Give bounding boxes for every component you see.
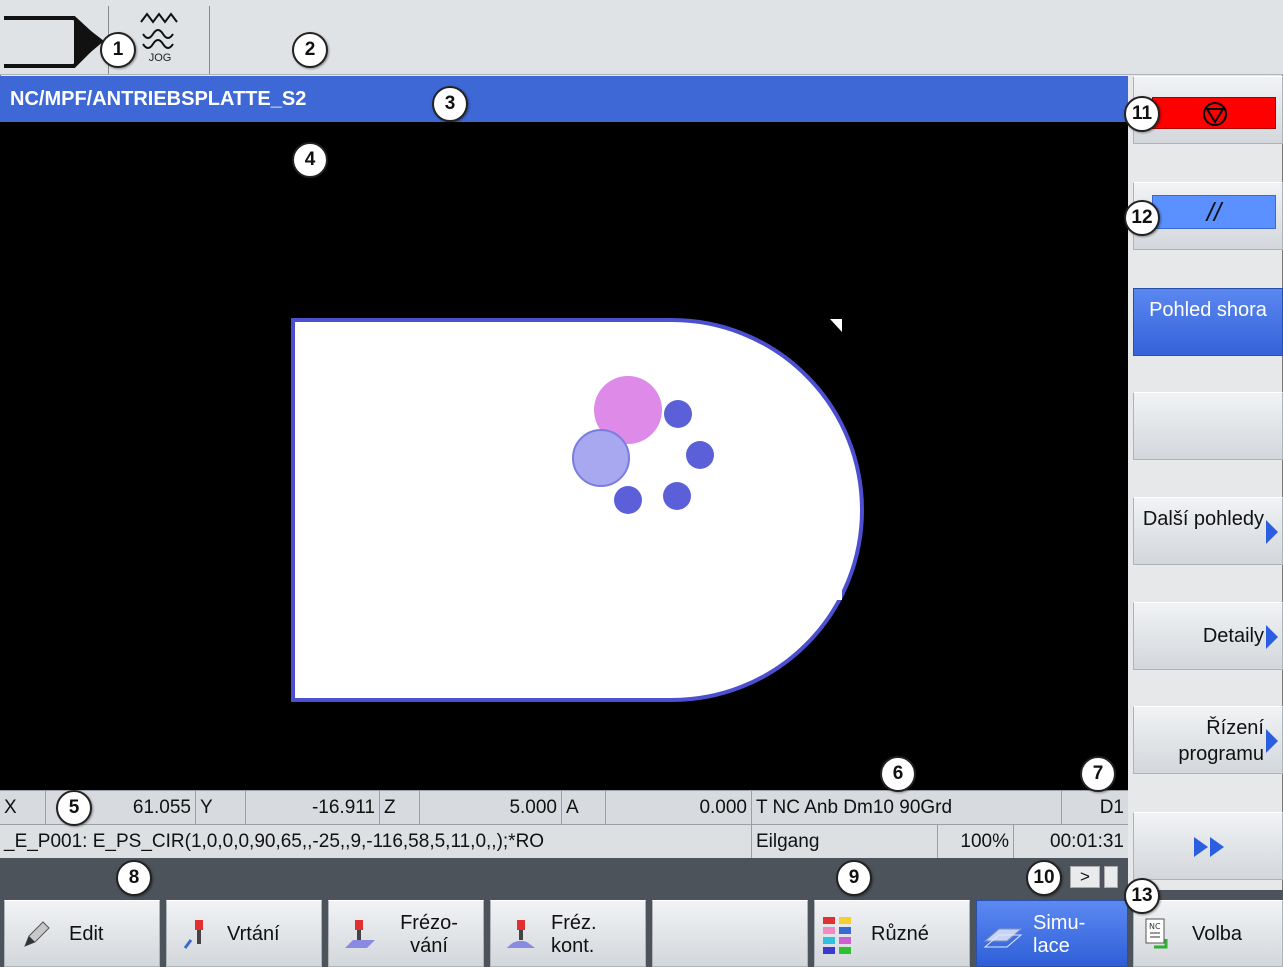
workpiece-outline <box>291 318 864 702</box>
axis-y-value: -16.911 <box>246 791 380 824</box>
softkey-drilling-label: Vrtání <box>227 923 280 945</box>
dialog-line <box>0 858 1128 890</box>
softkey-top-view[interactable]: Pohled shora <box>1133 288 1283 356</box>
simulation-canvas[interactable] <box>0 122 1128 790</box>
program-path: NC/MPF/ANTRIEBSPLATTE_S2 <box>0 76 1128 122</box>
softkey-various-label: Různé <box>871 923 929 945</box>
softkey-details-label: Detaily <box>1202 625 1264 647</box>
softkey-top-view-label: Pohled shora <box>1149 299 1267 321</box>
simulation-icon <box>983 928 1023 948</box>
hole-1 <box>664 400 692 428</box>
current-block: _E_P001: E_PS_CIR(1,0,0,0,90,65,,-25,,9,… <box>0 825 752 858</box>
more-info-indicator <box>1104 866 1118 888</box>
softkey-various[interactable]: Různé <box>814 900 970 967</box>
various-colors-icon <box>823 917 851 954</box>
softkey-simulation[interactable]: Simu- lace <box>976 900 1128 967</box>
callout-5: 5 <box>56 790 92 826</box>
callout-11: 11 <box>1124 96 1160 132</box>
more-info-button[interactable]: > <box>1070 866 1100 888</box>
mill-icon <box>345 920 375 948</box>
fast-forward-icon <box>1194 837 1224 857</box>
axis-status-row: X 61.055 Y -16.911 Z 5.000 A 0.000 T NC … <box>0 790 1128 824</box>
softkey-more-views-label: Další pohledy <box>1142 508 1264 530</box>
softkey-next-page[interactable] <box>1133 812 1283 880</box>
softkey-empty[interactable] <box>1133 392 1283 460</box>
active-tool: T NC Anb Dm10 90Grd <box>752 791 1062 824</box>
softkey-milling[interactable]: Frézo- vání <box>328 900 484 967</box>
hole-2 <box>686 441 714 469</box>
jog-icon <box>140 12 178 49</box>
svg-text:NC: NC <box>1149 922 1161 931</box>
tool-offset-d: D1 <box>1099 797 1124 818</box>
contour-mill-icon <box>507 920 535 948</box>
axis-z-value: 5.000 <box>420 791 562 824</box>
header-bar: JOG <box>0 0 1283 75</box>
nc-select-icon: NC <box>1145 918 1168 949</box>
callout-2: 2 <box>292 32 328 68</box>
softkey-contour-milling-label: Fréz. kont. <box>551 911 597 957</box>
softkey-more-views[interactable]: Další pohledy <box>1133 497 1283 565</box>
callout-3: 3 <box>432 86 468 122</box>
callout-13: 13 <box>1124 878 1160 914</box>
callout-8: 8 <box>116 860 152 896</box>
callout-1: 1 <box>100 32 136 68</box>
callout-12: 12 <box>1124 200 1160 236</box>
stop-icon <box>1152 97 1276 129</box>
machine-mode-indicator <box>4 6 109 74</box>
hole-3 <box>663 482 691 510</box>
edit-pencil-icon <box>24 921 50 947</box>
softkey-contour-milling[interactable]: Fréz. kont. <box>490 900 646 967</box>
callout-4: 4 <box>292 142 328 178</box>
block-status-row: _E_P001: E_PS_CIR(1,0,0,0,90,65,,-25,,9,… <box>0 824 1128 858</box>
feed-mode: Eilgang <box>752 825 938 858</box>
softkey-milling-label: Frézo- vání <box>400 911 458 957</box>
softkey-edit-label: Edit <box>69 923 104 945</box>
chevron-right-icon <box>1266 729 1278 753</box>
softkey-program-control-label: Řízení programu <box>1178 717 1264 765</box>
callout-7: 7 <box>1080 756 1116 792</box>
axis-y-name: Y <box>196 791 246 824</box>
tool-shadow-marker <box>572 429 630 487</box>
run-time: 00:01:31 <box>1050 831 1124 852</box>
hole-4 <box>614 486 642 514</box>
skip-block-icon: // <box>1152 195 1276 229</box>
axis-a-name: A <box>562 791 606 824</box>
softkey-details[interactable]: Detaily <box>1133 602 1283 670</box>
softkey-select[interactable]: NC Volba <box>1133 900 1283 967</box>
softkey-program-control[interactable]: Řízení programu <box>1133 706 1283 774</box>
softkey-edit[interactable]: Edit <box>4 900 160 967</box>
softkey-select-label: Volba <box>1192 923 1243 945</box>
softkey-simulation-label: Simu- lace <box>1033 911 1086 957</box>
softkey-drilling[interactable]: Vrtání <box>166 900 322 967</box>
machine-mode-icon <box>4 16 104 68</box>
drill-icon <box>183 920 203 949</box>
feed-override: 100% <box>938 825 1014 858</box>
callout-6: 6 <box>880 756 916 792</box>
axis-x-name: X <box>0 791 46 824</box>
softkey-empty-bottom[interactable] <box>652 900 808 967</box>
view-corner-top <box>830 319 842 332</box>
chevron-right-icon <box>1266 520 1278 544</box>
callout-10: 10 <box>1026 860 1062 896</box>
axis-a-value: 0.000 <box>606 791 752 824</box>
axis-z-name: Z <box>380 791 420 824</box>
callout-9: 9 <box>836 860 872 896</box>
chevron-right-icon <box>1266 625 1278 649</box>
